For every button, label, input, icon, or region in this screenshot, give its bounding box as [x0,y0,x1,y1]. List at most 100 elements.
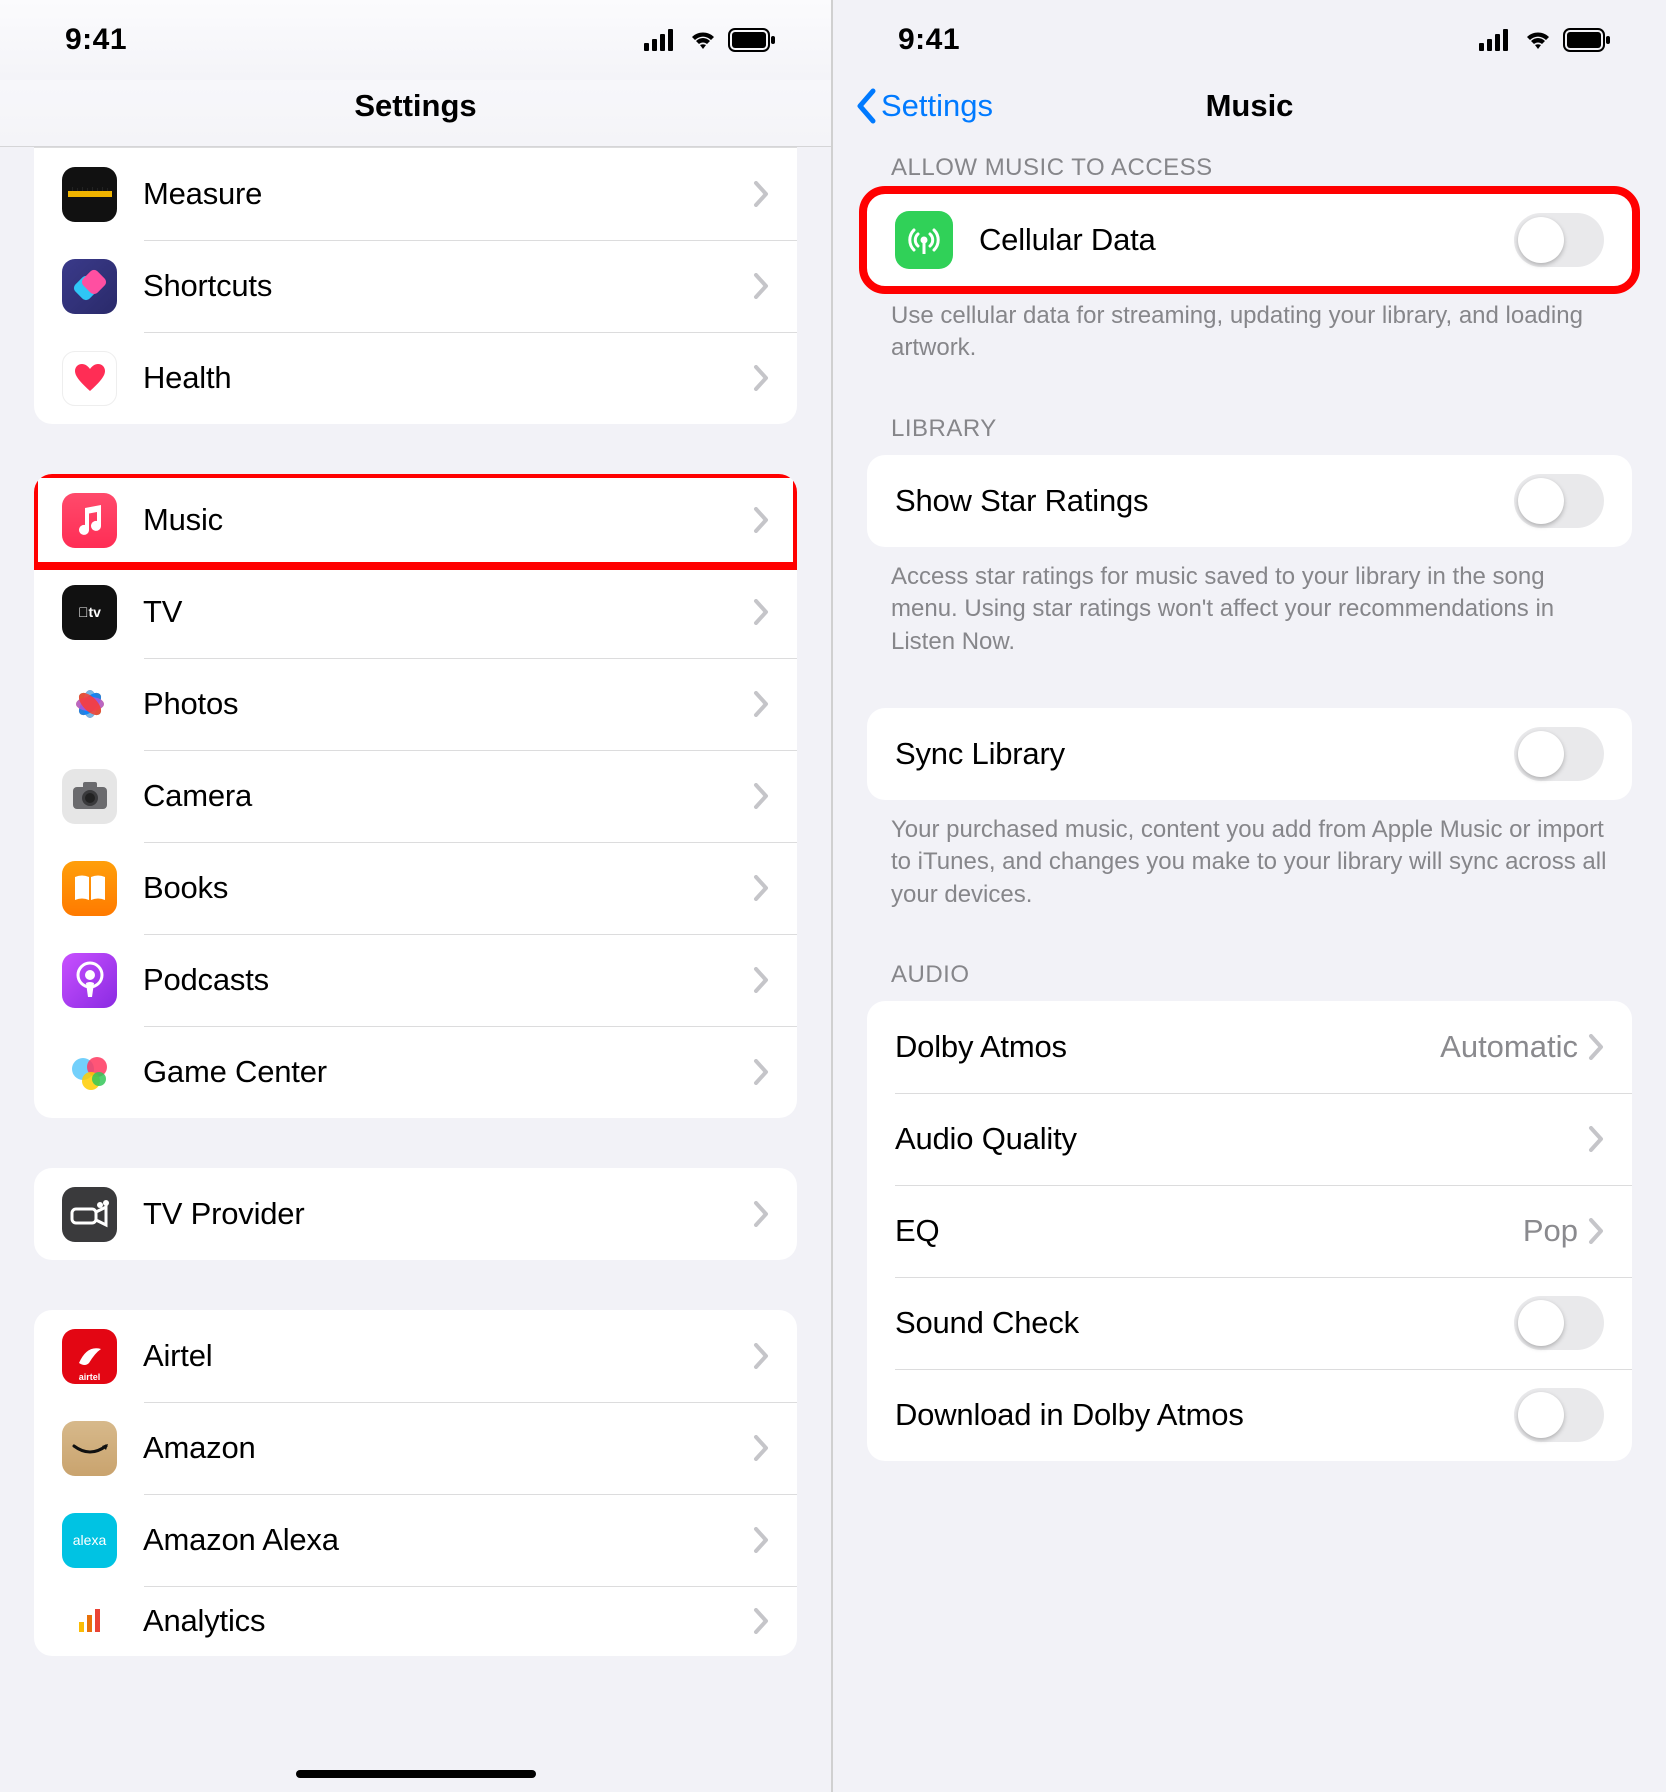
settings-row-alexa[interactable]: alexa Amazon Alexa [34,1494,797,1586]
star-ratings-toggle[interactable] [1514,474,1604,528]
row-label: Airtel [143,1338,753,1374]
back-button[interactable]: Settings [855,88,993,124]
settings-row-tv[interactable]: tv TV [34,566,797,658]
status-icons [1479,28,1611,52]
back-label: Settings [881,88,993,124]
status-time: 9:41 [65,23,127,57]
chevron-right-icon [753,599,769,625]
analytics-icon [62,1594,117,1649]
cellular-data-toggle[interactable] [1514,213,1604,267]
status-icons [644,28,776,52]
chevron-right-icon [753,783,769,809]
row-label: Podcasts [143,962,753,998]
row-label: Sync Library [895,736,1514,772]
row-label: Dolby Atmos [895,1029,1440,1065]
status-bar: 9:41 [0,0,831,80]
chevron-right-icon [753,1201,769,1227]
dolby-atmos-row[interactable]: Dolby Atmos Automatic [867,1001,1632,1093]
row-label: Measure [143,176,753,212]
settings-row-tvprovider[interactable]: TV Provider [34,1168,797,1260]
chevron-right-icon [753,691,769,717]
settings-screen: 9:41 Settings Measure [0,0,833,1792]
sound-check-toggle[interactable] [1514,1296,1604,1350]
music-settings-screen: 9:41 Settings Music ALLOW MUSIC TO ACCES… [833,0,1666,1792]
settings-group: Dolby Atmos Automatic Audio Quality EQ P… [867,1001,1632,1461]
eq-row[interactable]: EQ Pop [867,1185,1632,1277]
settings-row-analytics[interactable]: Analytics [34,1586,797,1656]
sound-check-row[interactable]: Sound Check [867,1277,1632,1369]
settings-row-shortcuts[interactable]: Shortcuts [34,240,797,332]
row-label: Amazon [143,1430,753,1466]
home-indicator [296,1770,536,1778]
section-footer: Your purchased music, content you add fr… [867,800,1632,911]
row-label: Camera [143,778,753,814]
settings-row-gamecenter[interactable]: Game Center [34,1026,797,1118]
photos-icon [62,677,117,732]
settings-row-podcasts[interactable]: Podcasts [34,934,797,1026]
row-label: TV [143,594,753,630]
settings-group: Sync Library [867,708,1632,800]
chevron-right-icon [753,1435,769,1461]
chevron-right-icon [1588,1034,1604,1060]
settings-group: Measure Shortcuts Health [34,147,797,424]
books-icon [62,861,117,916]
chevron-right-icon [753,273,769,299]
settings-group: Show Star Ratings [867,455,1632,547]
row-label: Photos [143,686,753,722]
settings-group: Music tv TV Photos [34,474,797,1118]
camera-icon [62,769,117,824]
settings-row-photos[interactable]: Photos [34,658,797,750]
airtel-icon: airtel [62,1329,117,1384]
settings-group: TV Provider [34,1168,797,1260]
section-header: LIBRARY [867,415,1632,455]
row-label: Analytics [143,1603,753,1639]
section-footer: Access star ratings for music saved to y… [867,547,1632,658]
settings-group: airtel Airtel Amazon alexa Amazon Alexa [34,1310,797,1656]
row-label: TV Provider [143,1196,753,1232]
chevron-right-icon [753,1343,769,1369]
chevron-right-icon [753,967,769,993]
nav-bar: 9:41 Settings [0,0,831,147]
audio-quality-row[interactable]: Audio Quality [867,1093,1632,1185]
download-dolby-toggle[interactable] [1514,1388,1604,1442]
row-label: Cellular Data [979,222,1514,258]
settings-row-music[interactable]: Music [34,474,797,566]
tvprovider-icon [62,1187,117,1242]
settings-row-books[interactable]: Books [34,842,797,934]
download-dolby-row[interactable]: Download in Dolby Atmos [867,1369,1632,1461]
row-label: Shortcuts [143,268,753,304]
nav-bar: Settings Music [833,80,1666,154]
status-bar: 9:41 [833,0,1666,80]
measure-icon [62,167,117,222]
row-label: Download in Dolby Atmos [895,1397,1514,1433]
settings-row-camera[interactable]: Camera [34,750,797,842]
section-header: AUDIO [867,961,1632,1001]
health-icon [62,351,117,406]
cellular-data-row[interactable]: Cellular Data [867,194,1632,286]
chevron-right-icon [753,875,769,901]
chevron-right-icon [753,1059,769,1085]
row-value: Pop [1523,1213,1578,1249]
tv-icon: tv [62,585,117,640]
row-label: Health [143,360,753,396]
amazon-icon [62,1421,117,1476]
row-label: EQ [895,1213,1523,1249]
chevron-right-icon [753,1527,769,1553]
podcasts-icon [62,953,117,1008]
row-label: Amazon Alexa [143,1522,753,1558]
chevron-right-icon [1588,1218,1604,1244]
sync-library-row[interactable]: Sync Library [867,708,1632,800]
chevron-right-icon [753,365,769,391]
settings-row-health[interactable]: Health [34,332,797,424]
settings-row-measure[interactable]: Measure [34,148,797,240]
settings-row-airtel[interactable]: airtel Airtel [34,1310,797,1402]
cellular-icon [895,211,953,269]
row-value: Automatic [1440,1029,1578,1065]
sync-library-toggle[interactable] [1514,727,1604,781]
settings-row-amazon[interactable]: Amazon [34,1402,797,1494]
settings-group: Cellular Data [867,194,1632,286]
row-label: Sound Check [895,1305,1514,1341]
star-ratings-row[interactable]: Show Star Ratings [867,455,1632,547]
section-header: ALLOW MUSIC TO ACCESS [867,154,1632,194]
row-label: Show Star Ratings [895,483,1514,519]
